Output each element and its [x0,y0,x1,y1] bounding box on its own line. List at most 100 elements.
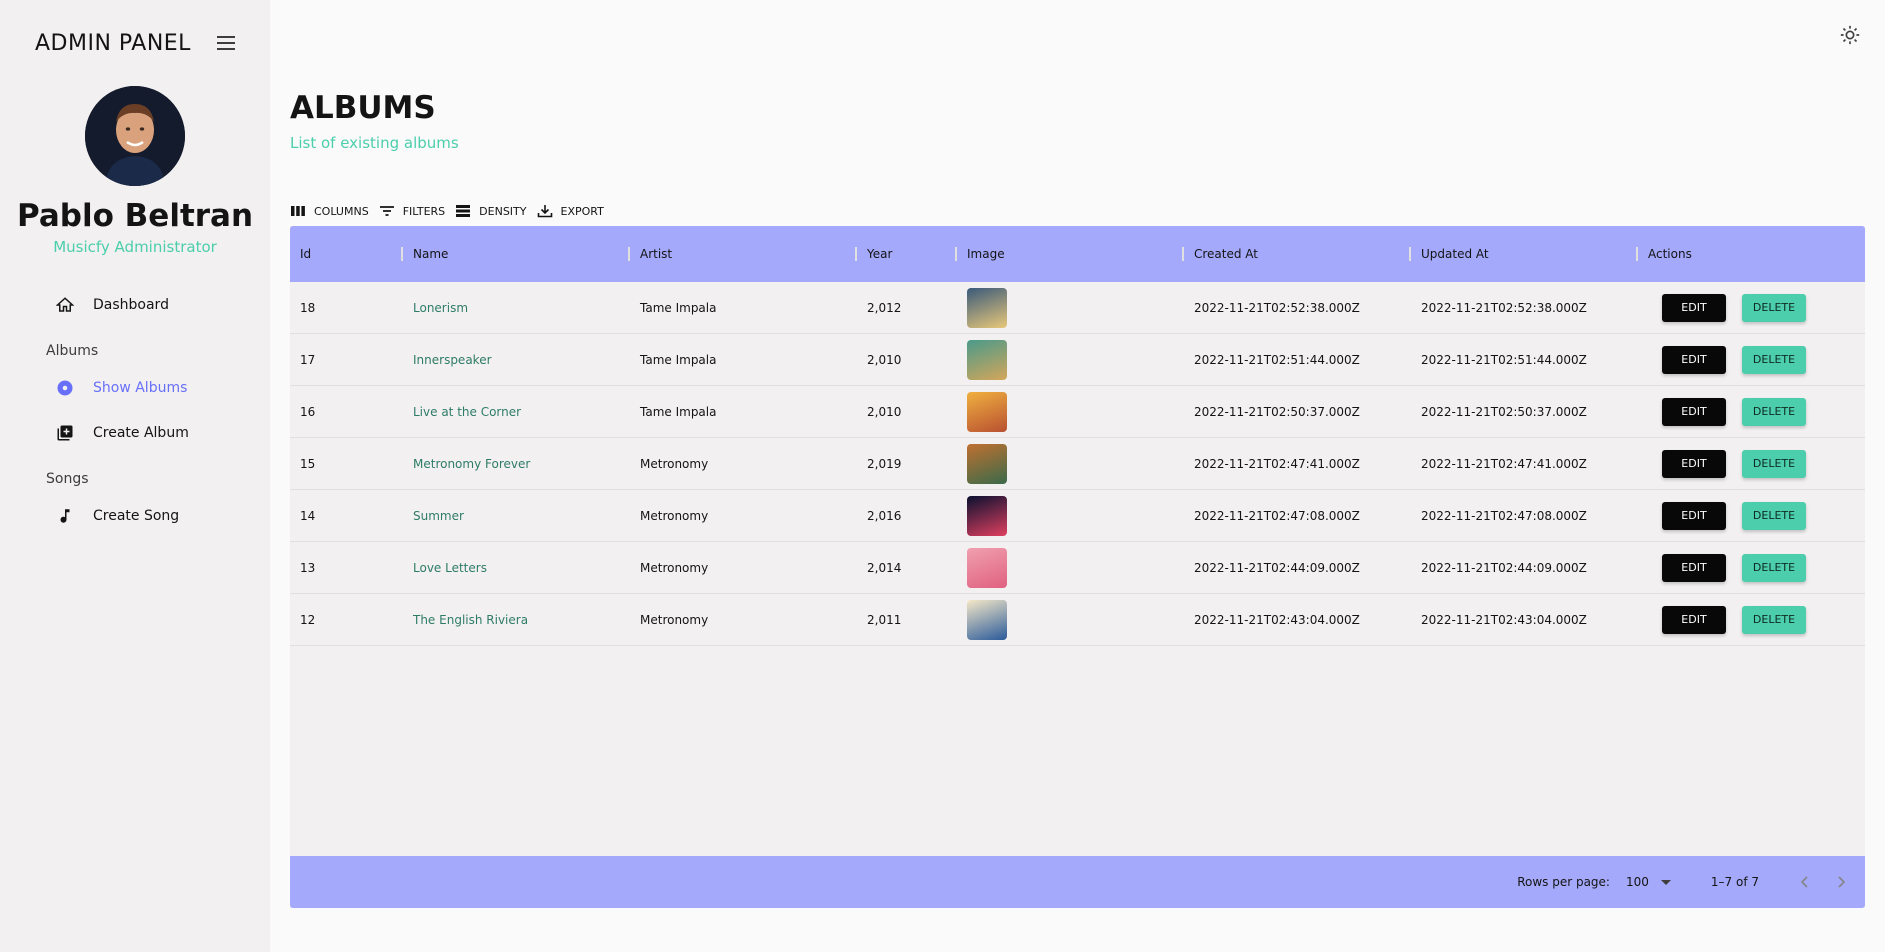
sidebar-item-show-albums[interactable]: Show Albums [0,365,270,410]
cell-updated-at: 2022-11-21T02:52:38.000Z [1421,300,1587,315]
density-button[interactable]: DENSITY [455,204,527,218]
cell-name[interactable]: The English Riviera [403,594,630,645]
album-cover [967,599,1007,640]
edit-button[interactable]: EDIT [1662,605,1726,634]
cell-id: 15 [300,456,316,471]
cell-actions: EDIT DELETE [1638,386,1865,437]
delete-button[interactable]: DELETE [1742,449,1806,478]
sidebar-item-create-song[interactable]: Create Song [0,493,270,538]
prev-page-button[interactable] [1787,864,1823,900]
music-note-icon [55,506,75,526]
cell-id: 13 [300,560,316,575]
cell-name[interactable]: Lonerism [403,282,630,333]
home-icon [55,295,75,315]
cell-name[interactable]: Love Letters [403,542,630,593]
edit-button[interactable]: EDIT [1662,345,1726,374]
edit-button[interactable]: EDIT [1662,293,1726,322]
cell-id: 18 [300,300,316,315]
cell-name[interactable]: Metronomy Forever [403,438,630,489]
delete-button[interactable]: DELETE [1742,293,1806,322]
cell-name[interactable]: Innerspeaker [403,334,630,385]
export-button[interactable]: EXPORT [537,204,604,218]
table-row[interactable]: 13 Love Letters Metronomy 2,014 2022-11-… [290,542,1865,594]
cell-id: 14 [300,508,316,523]
sidebar-item-label: Show Albums [93,379,188,396]
app-title: ADMIN PANEL [35,30,191,56]
cell-name[interactable]: Live at the Corner [403,386,630,437]
edit-button[interactable]: EDIT [1662,449,1726,478]
edit-button[interactable]: EDIT [1662,501,1726,530]
table-row[interactable]: 16 Live at the Corner Tame Impala 2,010 … [290,386,1865,438]
cell-year: 2,016 [867,508,902,523]
table-row[interactable]: 14 Summer Metronomy 2,016 2022-11-21T02:… [290,490,1865,542]
column-header-image[interactable]: Image [955,226,1184,282]
cell-name[interactable]: Summer [403,490,630,541]
table-row[interactable]: 15 Metronomy Forever Metronomy 2,019 202… [290,438,1865,490]
cell-updated-at: 2022-11-21T02:44:09.000Z [1421,560,1587,575]
cell-year: 2,010 [867,404,902,419]
column-header-name[interactable]: Name [401,226,630,282]
cell-actions: EDIT DELETE [1638,438,1865,489]
sidebar-nav: Dashboard Albums Show Albums Create Albu… [0,282,270,538]
cell-id: 12 [300,612,316,627]
rows-per-page-label: Rows per page: [1517,875,1610,889]
library-add-icon [55,423,75,443]
caret-down-icon [1660,879,1671,885]
columns-button[interactable]: COLUMNS [290,204,369,218]
sidebar-item-label: Create Song [93,507,180,524]
column-header-year[interactable]: Year [855,226,957,282]
cell-created-at: 2022-11-21T02:50:37.000Z [1194,404,1360,419]
albums-table: Id Name Artist Year Image Created At Upd… [290,226,1865,908]
album-cover [967,443,1007,484]
album-cover [967,547,1007,588]
sidebar-item-label: Create Album [93,424,189,441]
column-header-id[interactable]: Id [290,226,403,282]
cell-updated-at: 2022-11-21T02:47:08.000Z [1421,508,1587,523]
filters-label: FILTERS [402,204,446,218]
sun-icon[interactable] [1839,24,1861,46]
cell-updated-at: 2022-11-21T02:50:37.000Z [1421,404,1587,419]
column-header-created-at[interactable]: Created At [1182,226,1411,282]
next-page-button[interactable] [1823,864,1859,900]
cell-actions: EDIT DELETE [1638,490,1865,541]
user-role: Musicfy Administrator [53,238,217,256]
table-row[interactable]: 17 Innerspeaker Tame Impala 2,010 2022-1… [290,334,1865,386]
cell-created-at: 2022-11-21T02:47:08.000Z [1194,508,1360,523]
cell-updated-at: 2022-11-21T02:47:41.000Z [1421,456,1587,471]
delete-button[interactable]: DELETE [1742,501,1806,530]
cell-image [957,282,1184,333]
avatar [85,86,185,186]
delete-button[interactable]: DELETE [1742,605,1806,634]
delete-button[interactable]: DELETE [1742,553,1806,582]
cell-created-at: 2022-11-21T02:51:44.000Z [1194,352,1360,367]
rows-per-page-select[interactable]: 100 [1626,875,1671,889]
edit-button[interactable]: EDIT [1662,397,1726,426]
table-row[interactable]: 18 Lonerism Tame Impala 2,012 2022-11-21… [290,282,1865,334]
column-header-artist[interactable]: Artist [628,226,857,282]
cell-artist: Tame Impala [640,352,717,367]
cell-created-at: 2022-11-21T02:43:04.000Z [1194,612,1360,627]
cell-actions: EDIT DELETE [1638,542,1865,593]
cell-image [957,334,1184,385]
filters-button[interactable]: FILTERS [379,204,445,218]
table-row[interactable]: 12 The English Riviera Metronomy 2,011 2… [290,594,1865,646]
rows-per-page-value: 100 [1625,875,1649,889]
sidebar-item-create-album[interactable]: Create Album [0,410,270,455]
cell-actions: EDIT DELETE [1638,282,1865,333]
cell-updated-at: 2022-11-21T02:43:04.000Z [1421,612,1587,627]
sidebar-item-dashboard[interactable]: Dashboard [0,282,270,327]
density-icon [456,205,471,217]
cell-id: 16 [300,404,316,419]
pagination-range: 1–7 of 7 [1710,875,1759,889]
edit-button[interactable]: EDIT [1662,553,1726,582]
menu-icon[interactable] [217,36,235,50]
cell-artist: Tame Impala [640,300,717,315]
cell-artist: Tame Impala [640,404,717,419]
cell-image [957,542,1184,593]
delete-button[interactable]: DELETE [1742,345,1806,374]
page-subtitle: List of existing albums [290,134,459,152]
sidebar-item-label: Dashboard [93,296,169,313]
delete-button[interactable]: DELETE [1742,397,1806,426]
column-header-updated-at[interactable]: Updated At [1409,226,1638,282]
columns-icon [291,206,305,216]
